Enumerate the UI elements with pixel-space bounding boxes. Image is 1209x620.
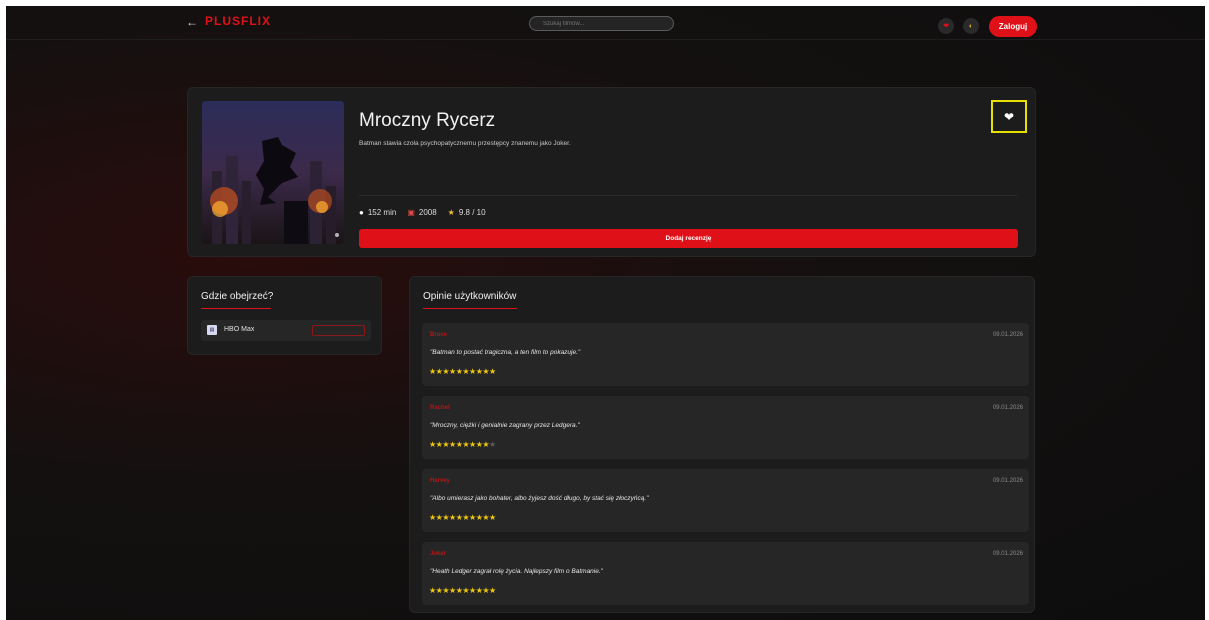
star-filled-icon: ★ <box>469 586 476 595</box>
theme-toggle-button[interactable]: ◐ <box>963 18 979 34</box>
reviews-card: Opinie użytkowników Bruce 09.01.2026 "Ba… <box>409 276 1035 613</box>
star-filled-icon: ★ <box>449 513 456 522</box>
review-date: 09.01.2026 <box>992 478 1023 484</box>
star-filled-icon: ★ <box>442 513 450 522</box>
star-filled-icon: ★ <box>442 367 450 376</box>
star-empty-icon: ★ <box>489 440 496 449</box>
review-stars: ★★★★★★★★★★ <box>429 513 496 522</box>
review-stars: ★★★★★★★★★★ <box>429 367 496 376</box>
review-author: Joker <box>430 551 447 557</box>
provider-item[interactable]: ▤ HBO Max <box>201 320 371 341</box>
star-filled-icon: ★ <box>429 513 436 522</box>
review-date: 09.01.2026 <box>992 332 1023 338</box>
movie-description: Batman stawia czoła psychopatycznemu prz… <box>359 140 571 147</box>
review-item: Rachel 09.01.2026 "Mroczny, ciężki i gen… <box>422 396 1029 459</box>
add-review-button[interactable]: Dodaj recenzję <box>359 229 1018 248</box>
arrow-left-icon[interactable]: ← <box>186 15 198 29</box>
heart-icon: ❤ <box>1003 109 1015 124</box>
star-filled-icon: ★ <box>442 440 450 449</box>
year: ▣ 2008 <box>407 208 437 217</box>
calendar-icon: ▣ <box>407 208 415 217</box>
where-to-watch-heading: Gdzie obejrzeć? <box>201 291 274 302</box>
star-filled-icon: ★ <box>489 513 496 522</box>
star-icon: ★ <box>447 208 455 217</box>
divider <box>359 195 1017 196</box>
star-filled-icon: ★ <box>449 586 456 595</box>
star-filled-icon: ★ <box>429 440 436 449</box>
provider-badge[interactable] <box>312 325 365 336</box>
movie-meta: ● 152 min ▣ 2008 ★ 9.8 / 10 <box>359 208 486 217</box>
review-text: "Mroczny, ciężki i genialnie zagrany prz… <box>430 422 580 429</box>
review-author: Bruce <box>430 332 448 338</box>
review-author: Rachel <box>430 405 450 411</box>
search-input[interactable] <box>529 16 674 31</box>
movie-poster <box>202 101 344 244</box>
clock-icon: ● <box>359 208 364 217</box>
heading-underline <box>201 308 271 309</box>
review-text: "Heath Ledger zagrał rolę życia. Najleps… <box>430 568 603 575</box>
star-filled-icon: ★ <box>469 367 476 376</box>
movie-title: Mroczny Rycerz <box>359 110 496 131</box>
review-text: "Batman to postać tragiczna, a ten film … <box>430 349 581 356</box>
rating: ★ 9.8 / 10 <box>447 208 486 217</box>
theme-toggle-icon: ◐ <box>968 22 974 30</box>
movie-hero-card: Mroczny Rycerz Batman stawia czoła psych… <box>187 87 1036 257</box>
provider-name: HBO Max <box>224 326 255 333</box>
poster-illustration <box>202 101 344 244</box>
login-button[interactable]: Zaloguj <box>989 16 1037 37</box>
app-viewport: ← PLUSFLIX ❤ ◐ Zaloguj <box>6 6 1205 620</box>
favorite-button[interactable]: ❤ <box>991 100 1027 133</box>
favorites-button[interactable]: ❤ <box>938 18 954 34</box>
star-filled-icon: ★ <box>449 367 456 376</box>
star-filled-icon: ★ <box>442 586 450 595</box>
heart-icon: ❤ <box>943 23 949 30</box>
review-author: Harvey <box>430 478 451 484</box>
star-filled-icon: ★ <box>469 513 476 522</box>
review-stars: ★★★★★★★★★★ <box>429 586 496 595</box>
star-filled-icon: ★ <box>469 440 476 449</box>
star-filled-icon: ★ <box>429 367 436 376</box>
review-date: 09.01.2026 <box>992 551 1023 557</box>
logo[interactable]: PLUSFLIX <box>205 14 271 28</box>
top-navigation: ← PLUSFLIX ❤ ◐ Zaloguj <box>6 6 1205 40</box>
review-date: 09.01.2026 <box>992 405 1023 411</box>
tv-icon: ▤ <box>207 325 217 335</box>
review-text: "Albo umierasz jako bohater, albo żyjesz… <box>430 495 649 502</box>
duration: ● 152 min <box>359 208 397 217</box>
star-filled-icon: ★ <box>489 367 496 376</box>
review-item: Bruce 09.01.2026 "Batman to postać tragi… <box>422 323 1029 386</box>
star-filled-icon: ★ <box>489 586 496 595</box>
review-item: Harvey 09.01.2026 "Albo umierasz jako bo… <box>422 469 1029 532</box>
where-to-watch-card: Gdzie obejrzeć? ▤ HBO Max <box>187 276 382 355</box>
review-stars: ★★★★★★★★★★ <box>429 440 496 449</box>
star-filled-icon: ★ <box>449 440 456 449</box>
heading-underline <box>423 308 517 309</box>
reviews-heading: Opinie użytkowników <box>423 291 517 302</box>
star-filled-icon: ★ <box>429 586 436 595</box>
review-item: Joker 09.01.2026 "Heath Ledger zagrał ro… <box>422 542 1029 605</box>
